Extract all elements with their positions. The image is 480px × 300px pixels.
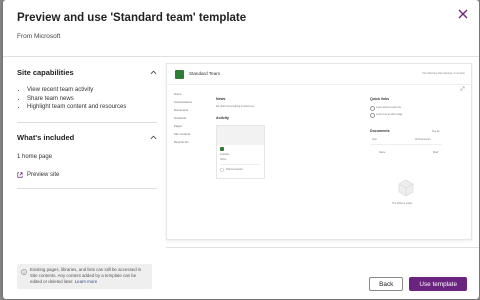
documents-divider <box>370 144 442 145</box>
back-button[interactable]: Back <box>369 277 404 291</box>
dialog-subtitle: From Microsoft <box>17 33 61 40</box>
preview-nav-item: Recycle bin <box>174 140 189 144</box>
preview-nav-item: Pages <box>174 124 182 128</box>
quick-link-icon <box>370 113 375 118</box>
activity-card-icon <box>220 147 224 151</box>
capabilities-list: View recent team activity Share team new… <box>17 86 157 112</box>
chevron-up-icon <box>150 70 157 75</box>
preview-documents-heading: Documents <box>370 129 390 133</box>
whats-included-toggle[interactable]: What's included <box>17 133 157 142</box>
preview-quick-link: Learn how to add a page <box>376 113 403 116</box>
preview-activity-card: Activities Home Patti Fernandez <box>216 125 265 179</box>
preview-see-all: See all <box>432 130 440 133</box>
preview-nav-item: Notebook <box>174 116 186 120</box>
capability-item: View recent team activity <box>27 86 157 95</box>
template-preview-image: Standard Team Not following Site Setting… <box>166 63 472 240</box>
use-template-button[interactable]: Use template <box>409 277 467 291</box>
activity-card-line1: Activities <box>220 153 230 156</box>
preview-nav: Home Conversations Documents Notebook Pa… <box>174 90 192 146</box>
site-capabilities-heading: Site capabilities <box>17 68 74 77</box>
preview-quick-link: Learn about a team site <box>376 106 402 109</box>
preview-doc-column-name: Name <box>379 151 386 154</box>
activity-card-line3: Patti Fernandez <box>226 168 243 171</box>
preview-quick-links-heading: Quick links <box>370 97 390 101</box>
preview-news-heading: News <box>216 97 226 101</box>
template-details-panel: Site capabilities View recent team activ… <box>17 68 157 199</box>
preview-empty-text: The folder is empty <box>392 202 413 205</box>
capability-item: Highlight team content and resources <box>27 103 157 112</box>
user-icon <box>220 168 224 172</box>
site-capabilities-toggle[interactable]: Site capabilities <box>17 68 157 77</box>
info-icon <box>21 269 27 275</box>
whats-included-heading: What's included <box>17 132 75 142</box>
preview-nav-item: Documents <box>174 108 189 112</box>
close-icon[interactable] <box>457 8 469 20</box>
learn-more-link[interactable]: Learn more <box>75 279 97 284</box>
preview-site-label: Preview site <box>27 171 60 178</box>
preview-nav-item: Site contents <box>174 132 191 136</box>
site-logo <box>175 70 184 79</box>
preview-doc-new: New <box>372 138 377 141</box>
footer-divider <box>166 247 479 248</box>
preview-site-name: Standard Team <box>189 71 221 76</box>
template-preview-dialog: Preview and use 'Standard team' template… <box>3 0 479 299</box>
activity-card-divider <box>220 164 261 165</box>
empty-folder-illustration <box>398 179 414 197</box>
preview-site-header: Standard Team Not following Site Setting… <box>167 64 471 85</box>
preview-nav-item: Home <box>174 92 182 96</box>
quick-link-icon <box>370 106 375 111</box>
open-external-icon <box>17 171 23 178</box>
dialog-title: Preview and use 'Standard team' template <box>17 12 247 24</box>
info-notice: Existing pages, libraries, and lists can… <box>17 264 152 289</box>
header-divider <box>3 56 479 57</box>
preview-doc-column-modified: Modi <box>433 151 439 154</box>
preview-activity-heading: Activity <box>216 116 229 120</box>
preview-doc-all-documents: All Documents <box>415 138 431 141</box>
section-divider <box>17 121 157 123</box>
section-divider <box>17 187 157 189</box>
preview-news-text: We didn't find anything to show here <box>216 105 255 108</box>
included-pages-text: 1 home page <box>17 153 53 160</box>
preview-top-actions: Not following Site Settings 1 member <box>422 72 465 75</box>
capability-item: Share team news <box>27 95 157 104</box>
preview-nav-item: Conversations <box>174 100 192 104</box>
preview-site-link[interactable]: Preview site <box>17 172 157 178</box>
dialog-actions: Back Use template <box>369 277 467 291</box>
chevron-up-icon <box>150 135 157 139</box>
activity-card-line2: Home <box>220 158 227 161</box>
activity-card-thumbnail <box>217 126 264 145</box>
expand-icon <box>460 86 465 91</box>
